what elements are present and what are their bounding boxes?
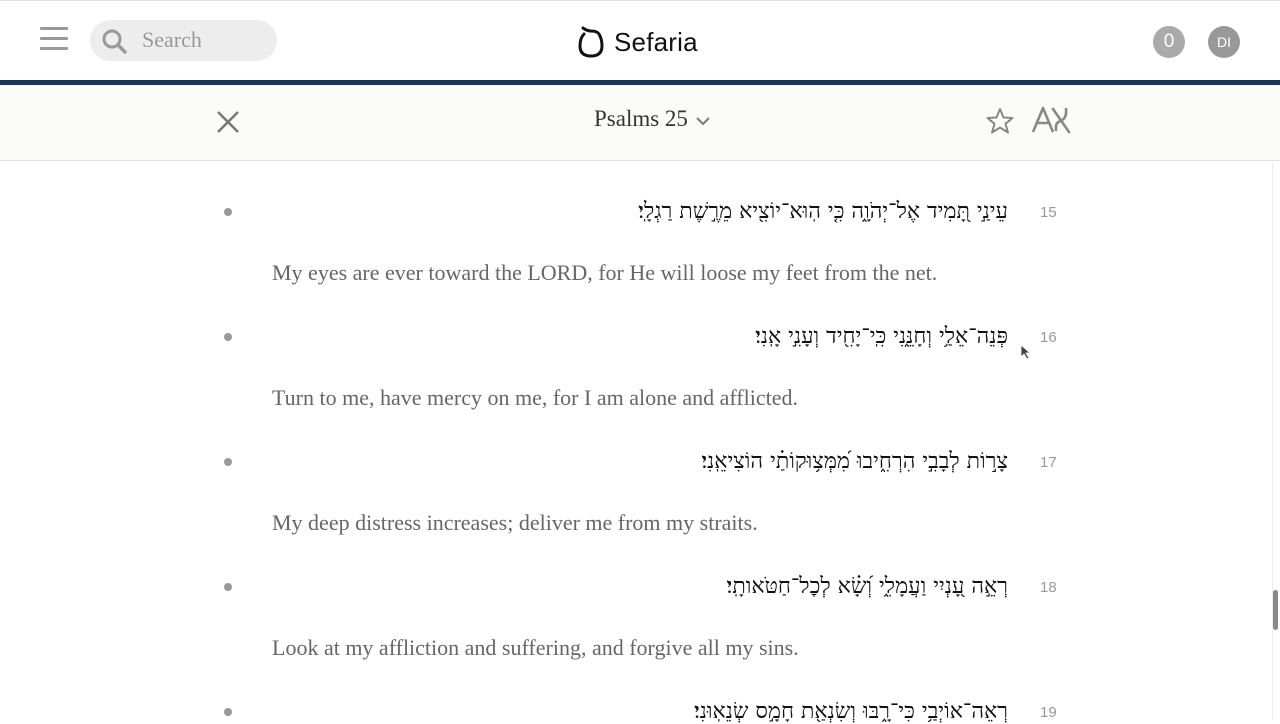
hebrew-text: פְּנֵה־אֵלַ֥י וְחָנֵּ֑נִי כִּֽי־יָחִ֖יד … <box>755 324 1008 349</box>
english-text: Turn to me, have mercy on me, for I am a… <box>272 385 799 410</box>
search-icon[interactable] <box>101 28 127 54</box>
close-icon[interactable] <box>214 108 242 136</box>
verse-number: 19 <box>1040 704 1057 721</box>
segment-bullet <box>224 458 232 466</box>
avatar[interactable]: DI <box>1208 26 1240 58</box>
verse-number: 15 <box>1040 204 1057 221</box>
menu-icon[interactable] <box>40 27 68 51</box>
hebrew-text: צָר֣וֹת לְבָבִ֣י הִרְחִ֑יבוּ מִ֝מְּצ֥וּק… <box>701 449 1008 474</box>
english-text: Look at my affliction and suffering, and… <box>272 635 799 660</box>
text-column: עֵינַ֣י תָּ֭מִיד אֶל־יְהֹוָ֑ה כִּ֤י הֽוּ… <box>0 162 1272 724</box>
english-text: My deep distress increases; deliver me f… <box>272 510 758 535</box>
sefaria-logo[interactable]: Sefaria <box>578 24 698 60</box>
logo-mark-icon <box>578 26 604 58</box>
english-text: My eyes are ever toward the LORD, for He… <box>272 260 938 285</box>
scrollbar-thumb[interactable] <box>1273 590 1278 630</box>
search-input[interactable] <box>142 24 267 56</box>
scrollbar-track[interactable] <box>1272 162 1280 720</box>
segment-bullet <box>224 208 232 216</box>
segment-bullet <box>224 333 232 341</box>
reader-title[interactable]: Psalms 25 <box>594 106 688 132</box>
logo-text: Sefaria <box>614 26 698 57</box>
segment-bullet <box>224 708 232 716</box>
mouse-cursor-icon <box>1020 344 1032 360</box>
notifications-badge[interactable]: 0 <box>1153 26 1185 58</box>
language-toggle-icon[interactable] <box>1031 104 1071 136</box>
hebrew-text: רְאֵ֣ה עָ֭נְיִי וַעֲמָלִ֑י וְ֝שָׂ֗א לְכׇ… <box>726 574 1008 599</box>
hebrew-text: עֵינַ֣י תָּ֭מִיד אֶל־יְהֹוָ֑ה כִּ֤י הֽוּ… <box>638 199 1008 224</box>
verse-number: 17 <box>1040 454 1057 471</box>
star-icon[interactable] <box>985 106 1015 136</box>
hebrew-text: רְאֵה־אוֹיְבַ֥י כִּי־רָ֑בּוּ וְשִׂנְאַ֖ת… <box>693 699 1008 724</box>
chevron-down-icon[interactable] <box>694 114 712 128</box>
segment-bullet <box>224 583 232 591</box>
verse-number: 18 <box>1040 579 1057 596</box>
verse-number: 16 <box>1040 329 1057 346</box>
